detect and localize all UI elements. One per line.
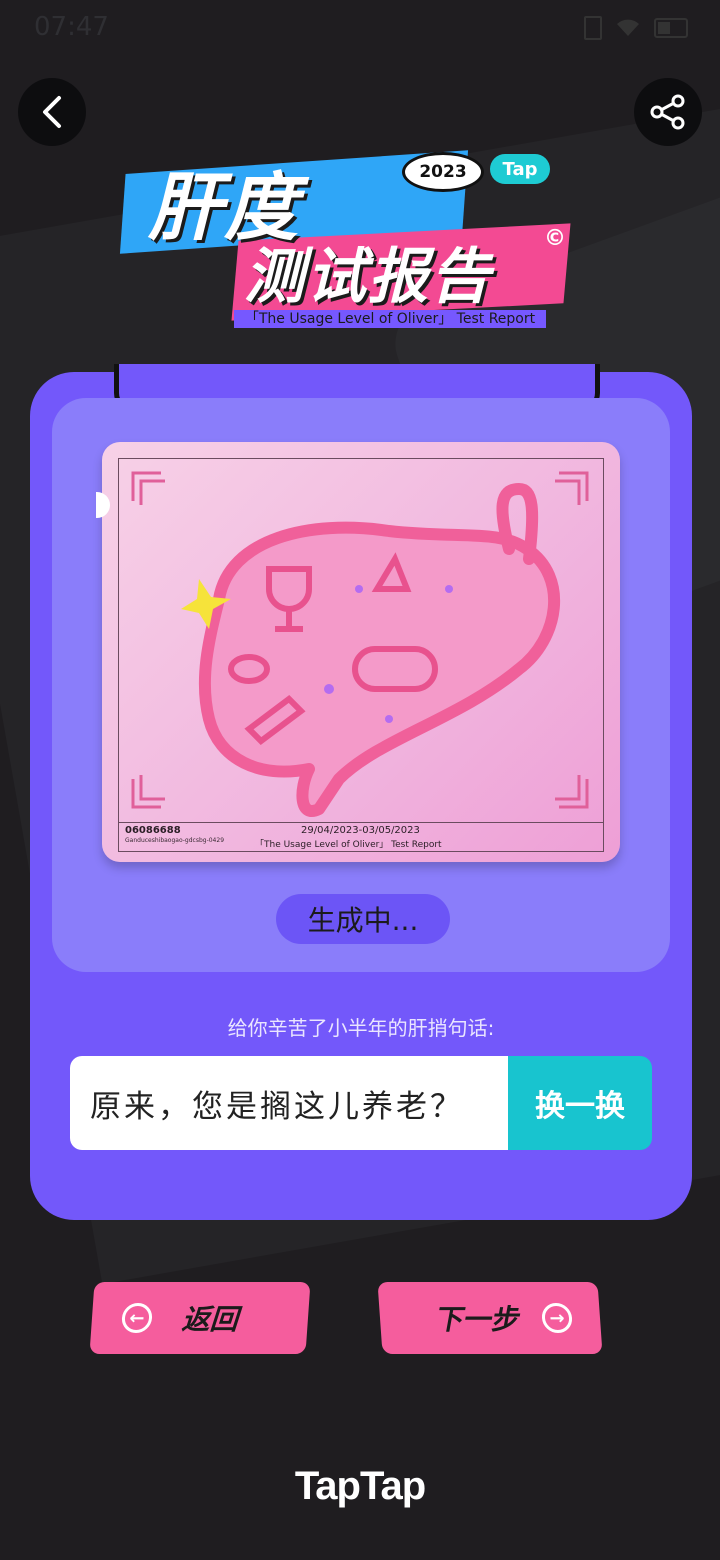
status-bar: 07:47 [0, 0, 720, 54]
liver-illustration-icon [181, 482, 561, 817]
share-button[interactable] [634, 78, 702, 146]
return-button-label: 返回 [180, 1303, 240, 1336]
copyright-mark: © [544, 226, 566, 251]
prompt-text: 给你辛苦了小半年的肝捎句话: [227, 1016, 495, 1040]
arrow-left-circle-icon: ← [120, 1303, 154, 1333]
quote-row: 原来，您是搁这儿养老？ 换一换 [70, 1056, 652, 1150]
refresh-quote-button[interactable]: 换一换 [508, 1056, 652, 1150]
battery-icon [654, 18, 688, 38]
ticket-footer: 06086688 Ganduceshibaogao-gdcsbg-0429 29… [119, 822, 603, 851]
report-card: 06086688 Ganduceshibaogao-gdcsbg-0429 29… [30, 364, 692, 1220]
title-sub: 测试报告 [244, 242, 492, 312]
sim-icon [584, 16, 602, 40]
share-icon [650, 94, 685, 130]
tap-badge: Tap [490, 154, 550, 184]
quote-text: 原来，您是搁这儿养老？ [70, 1056, 508, 1150]
report-title: 肝度 测试报告 © 2023 Tap 「The Usage Level of O… [118, 150, 588, 340]
wifi-icon [617, 19, 639, 36]
chevron-left-icon [43, 96, 61, 128]
return-button[interactable]: ← 返回 [89, 1282, 311, 1354]
next-step-button[interactable]: 下一步 → [377, 1282, 603, 1354]
back-button[interactable] [18, 78, 86, 146]
ticket-caption: 「The Usage Level of Oliver」 Test Report [255, 840, 442, 850]
generating-status: 生成中... [276, 894, 450, 944]
title-caption: 「The Usage Level of Oliver」 Test Report [234, 310, 546, 328]
arrow-right-circle-icon: → [540, 1303, 574, 1333]
year-badge: 2023 [402, 152, 484, 192]
ticket-date-range: 29/04/2023-03/05/2023 [301, 825, 420, 836]
next-step-button-label: 下一步 [432, 1303, 520, 1336]
ticket-id: 06086688 [125, 825, 181, 836]
report-ticket: 06086688 Ganduceshibaogao-gdcsbg-0429 29… [96, 442, 620, 862]
status-time: 07:47 [34, 12, 109, 42]
ticket-code: Ganduceshibaogao-gdcsbg-0429 [125, 837, 225, 844]
taptap-logo: TapTap [294, 1464, 426, 1508]
card-inner: 06086688 Ganduceshibaogao-gdcsbg-0429 29… [52, 398, 670, 972]
